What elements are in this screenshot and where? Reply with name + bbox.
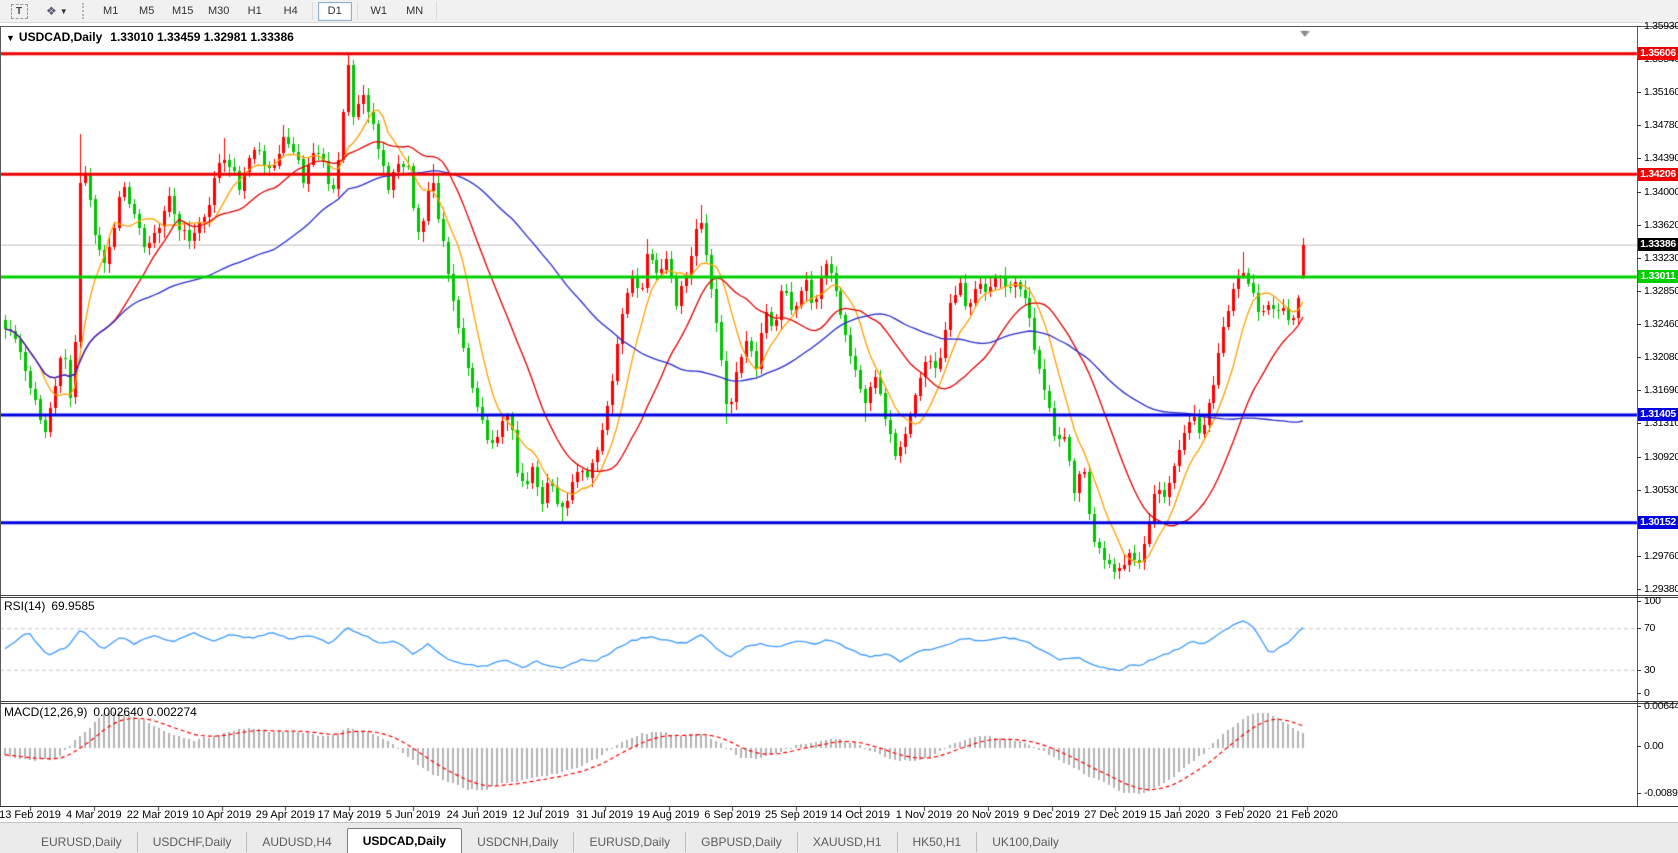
timeframe-button-d1[interactable]: D1 <box>318 2 352 21</box>
level-price-badge: 1.30152 <box>1638 516 1678 529</box>
panel-separator[interactable] <box>0 701 1678 702</box>
symbol-period-label: USDCAD,Daily <box>19 30 102 44</box>
chart-tab-uk100-daily[interactable]: UK100,Daily <box>976 832 1074 852</box>
price-axis-label: 1.32080 <box>1644 351 1678 363</box>
timeframe-button-m15[interactable]: M15 <box>167 3 199 20</box>
date-label: 29 Apr 2019 <box>256 809 315 821</box>
price-axis-label: 1.35930 <box>1644 20 1678 32</box>
timeframe-button-m1[interactable]: M1 <box>95 3 127 20</box>
rsi-axis-label: 70 <box>1644 622 1678 634</box>
macd-label: MACD(12,26,9)0.002640 0.002274 <box>4 705 197 719</box>
date-label: 13 Feb 2019 <box>0 809 61 821</box>
date-label: 21 Feb 2020 <box>1276 809 1338 821</box>
date-label: 15 Jan 2020 <box>1149 809 1210 821</box>
date-label: 12 Jul 2019 <box>512 809 569 821</box>
chart-tab-hk50-h1[interactable]: HK50,H1 <box>897 832 977 852</box>
price-axis-label: 1.35160 <box>1644 86 1678 98</box>
chart-tab-usdcad-daily[interactable]: USDCAD,Daily <box>347 828 462 853</box>
chart-tab-usdcnh-daily[interactable]: USDCNH,Daily <box>462 832 573 852</box>
level-price-badge: 1.31405 <box>1638 408 1678 421</box>
price-axis-label: 1.29760 <box>1644 550 1678 562</box>
price-axis-label: 1.34000 <box>1644 186 1678 198</box>
date-label: 1 Nov 2019 <box>896 809 952 821</box>
macd-axis-label: -0.00898 <box>1644 787 1678 799</box>
chart-title: ▼ USDCAD,Daily 1.33010 1.33459 1.32981 1.3… <box>6 30 294 44</box>
chart-left-border <box>0 27 1 807</box>
date-label: 31 Jul 2019 <box>576 809 633 821</box>
date-label: 9 Dec 2019 <box>1023 809 1079 821</box>
price-axis-label: 1.34390 <box>1644 152 1678 164</box>
timeframe-button-w1[interactable]: W1 <box>363 3 395 20</box>
date-label: 10 Apr 2019 <box>192 809 251 821</box>
timeframe-button-h4[interactable]: H4 <box>275 3 307 20</box>
timeframe-button-m30[interactable]: M30 <box>203 3 235 20</box>
chevron-down-icon: ▼ <box>60 7 68 16</box>
price-axis-label: 1.30530 <box>1644 484 1678 496</box>
chart-top-border <box>0 26 1678 27</box>
timeframe-button-m5[interactable]: M5 <box>131 3 163 20</box>
date-label: 6 Sep 2019 <box>704 809 760 821</box>
date-label: 19 Aug 2019 <box>638 809 700 821</box>
price-axis-label: 1.34780 <box>1644 119 1678 131</box>
rsi-axis-label: 30 <box>1644 664 1678 676</box>
panel-separator[interactable] <box>0 595 1678 596</box>
panel-separator[interactable] <box>0 703 1678 704</box>
title-marker-icon[interactable]: ▼ <box>6 33 15 43</box>
price-axis-label: 1.29380 <box>1644 583 1678 595</box>
macd-axis-label: 0.006448 <box>1644 700 1678 712</box>
time-axis-line <box>0 806 1678 807</box>
date-label: 22 Mar 2019 <box>127 809 189 821</box>
rsi-label: RSI(14)69.9585 <box>4 599 95 613</box>
timeframe-button-h1[interactable]: H1 <box>239 3 271 20</box>
price-axis-label: 1.32850 <box>1644 285 1678 297</box>
toolbar-drag-handle[interactable] <box>82 3 89 19</box>
chart-canvas[interactable] <box>0 27 1638 812</box>
current-price-badge: 1.33386 <box>1638 238 1678 251</box>
price-axis-label: 1.33230 <box>1644 252 1678 264</box>
panel-separator[interactable] <box>0 597 1678 598</box>
price-axis-label: 1.33620 <box>1644 219 1678 231</box>
text-tool-icon: T <box>11 4 28 19</box>
style-picker-button[interactable]: ❖ ▼ <box>39 2 75 20</box>
date-label: 27 Dec 2019 <box>1084 809 1146 821</box>
date-label: 25 Sep 2019 <box>765 809 827 821</box>
toolbar-separator <box>357 2 358 20</box>
date-label: 4 Mar 2019 <box>66 809 122 821</box>
chart-tab-xauusd-h1[interactable]: XAUUSD,H1 <box>797 832 897 852</box>
chart-shift-marker-icon[interactable]: ▼ <box>1300 28 1309 38</box>
toolbar-separator <box>436 2 437 20</box>
timeframe-button-mn[interactable]: MN <box>399 3 431 20</box>
text-tool-button[interactable]: T <box>1 2 37 20</box>
price-axis-label: 1.31690 <box>1644 384 1678 396</box>
rsi-axis-label: 100 <box>1644 595 1678 607</box>
date-label: 3 Feb 2020 <box>1215 809 1271 821</box>
chart-tab-gbpusd-daily[interactable]: GBPUSD,Daily <box>685 832 797 852</box>
date-label: 20 Nov 2019 <box>957 809 1019 821</box>
date-label: 14 Oct 2019 <box>830 809 890 821</box>
date-label: 24 Jun 2019 <box>447 809 508 821</box>
date-label: 17 May 2019 <box>317 809 381 821</box>
chart-tab-bar: EURUSD,DailyUSDCHF,DailyAUDUSD,H4USDCAD,… <box>0 822 1678 853</box>
chart-tab-usdchf-daily[interactable]: USDCHF,Daily <box>137 832 247 852</box>
level-price-badge: 1.34206 <box>1638 168 1678 181</box>
macd-axis-label: 0.00 <box>1644 740 1678 752</box>
mt4-window: T ❖ ▼ M1M5M15M30H1H4 D1 W1MN ▼ USDCAD,Daily… <box>0 0 1678 853</box>
styles-palette-icon: ❖ <box>46 4 57 18</box>
chart-tab-eurusd-daily[interactable]: EURUSD,Daily <box>573 832 685 852</box>
price-axis-label: 1.30920 <box>1644 451 1678 463</box>
timeframe-toolbar: M1M5M15M30H1H4 D1 W1MN <box>93 2 433 21</box>
toolbar-separator <box>312 2 313 20</box>
chart-tab-audusd-h4[interactable]: AUDUSD,H4 <box>246 832 346 852</box>
level-price-badge: 1.33011 <box>1638 270 1678 283</box>
chart-tab-eurusd-daily[interactable]: EURUSD,Daily <box>26 832 137 852</box>
ohlc-readout: 1.33010 1.33459 1.32981 1.33386 <box>110 30 294 44</box>
rsi-axis-label: 0 <box>1644 687 1678 699</box>
top-toolbar: T ❖ ▼ M1M5M15M30H1H4 D1 W1MN <box>0 0 1678 23</box>
date-label: 5 Jun 2019 <box>386 809 440 821</box>
price-axis-label: 1.32460 <box>1644 318 1678 330</box>
level-price-badge: 1.35606 <box>1638 47 1678 60</box>
